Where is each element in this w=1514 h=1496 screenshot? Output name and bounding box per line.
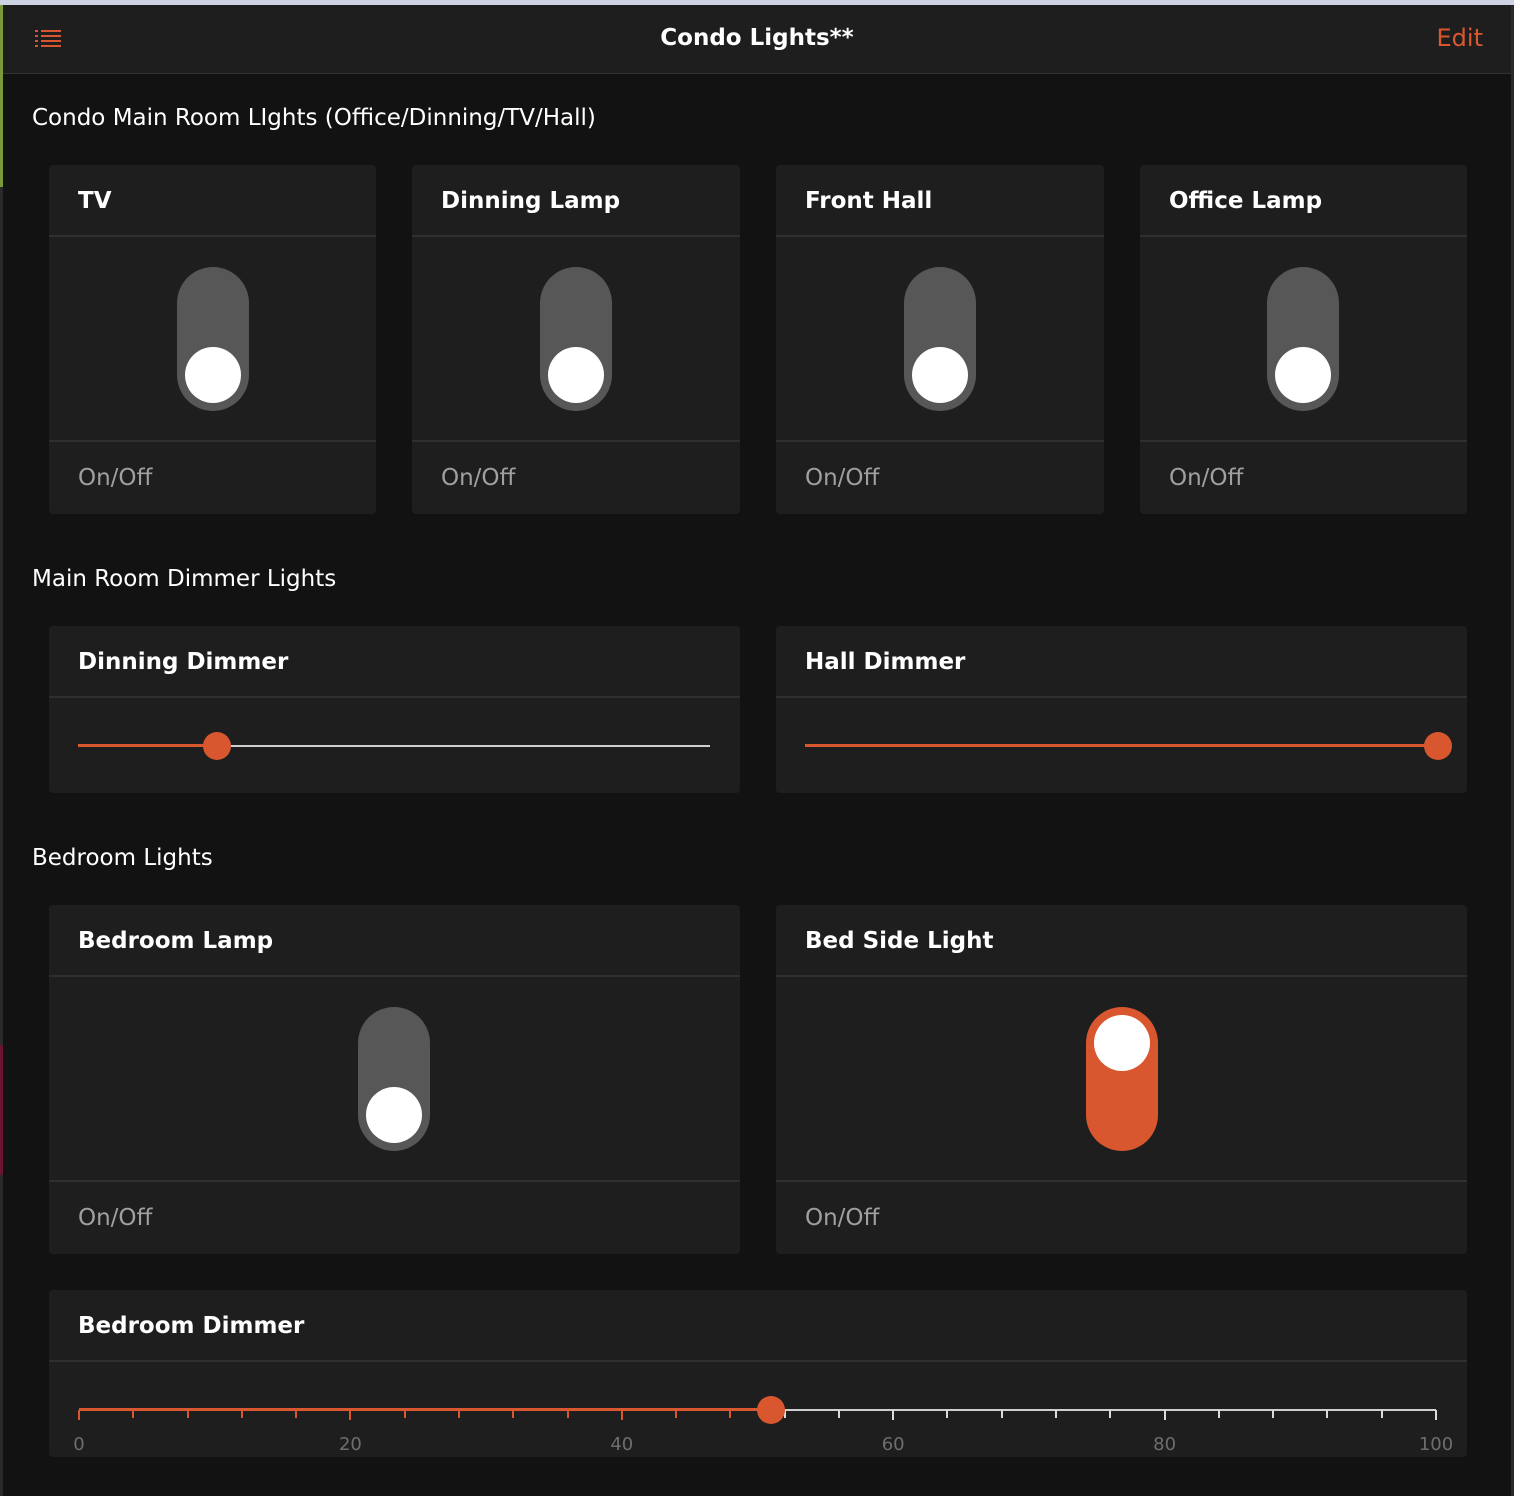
section-title-main-room: Condo Main Room LIghts (Office/Dinning/T… — [32, 105, 596, 131]
page-title: Condo Lights** — [660, 25, 854, 51]
app-header: Condo Lights** Edit — [3, 5, 1511, 74]
tick-label: 0 — [73, 1434, 85, 1455]
card-title: Front Hall — [776, 165, 1104, 237]
minor-tick — [186, 1410, 189, 1418]
hall-dimmer-slider[interactable] — [805, 732, 1452, 760]
minor-tick — [1109, 1410, 1112, 1418]
switch-card-dinning-lamp: Dinning Lamp On/Off — [412, 165, 740, 514]
toggle-switch-dinning-lamp[interactable] — [540, 267, 612, 411]
card-title: Dinning Lamp — [412, 165, 740, 237]
switch-card-tv: TV On/Off — [49, 165, 376, 514]
window-left-edge — [0, 5, 3, 1496]
minor-tick — [295, 1410, 298, 1418]
tick-label: 80 — [1153, 1434, 1177, 1455]
slider-scale: 0 20 40 60 80 100 — [73, 1434, 1453, 1457]
card-title: Bed Side Light — [776, 905, 1467, 977]
slider-fill — [79, 1408, 772, 1411]
card-title: Bedroom Lamp — [49, 905, 740, 977]
toggle-switch-bed-side-light[interactable] — [1086, 1007, 1158, 1151]
switch-card-bedroom-lamp: Bedroom Lamp On/Off — [49, 905, 740, 1254]
toggle-knob — [1094, 1015, 1150, 1071]
minor-tick — [132, 1410, 135, 1418]
toggle-switch-office-lamp[interactable] — [1267, 267, 1339, 411]
toggle-knob — [185, 347, 241, 403]
major-tick — [349, 1410, 352, 1420]
tick-label: 20 — [338, 1434, 362, 1455]
minor-tick — [837, 1410, 840, 1418]
minor-tick — [1000, 1410, 1003, 1418]
slider-thumb[interactable] — [1424, 732, 1452, 760]
minor-tick — [566, 1410, 569, 1418]
minor-tick — [1326, 1410, 1329, 1418]
card-title: Hall Dimmer — [776, 626, 1467, 698]
minor-tick — [512, 1410, 515, 1418]
slider-thumb[interactable] — [203, 732, 232, 760]
major-tick — [1163, 1410, 1166, 1420]
card-footer: On/Off — [776, 1180, 1467, 1254]
minor-tick — [1055, 1410, 1058, 1418]
switch-card-office-lamp: Office Lamp On/Off — [1140, 165, 1467, 514]
major-tick — [78, 1410, 80, 1420]
card-footer: On/Off — [49, 440, 376, 514]
tick-label: 60 — [881, 1434, 905, 1455]
minor-tick — [1217, 1410, 1220, 1418]
minor-tick — [946, 1410, 949, 1418]
toggle-knob — [1275, 347, 1331, 403]
tick-label: 40 — [610, 1434, 634, 1455]
card-footer: On/Off — [1140, 440, 1467, 514]
toggle-switch-tv[interactable] — [177, 267, 249, 411]
minor-tick — [675, 1410, 678, 1418]
switch-card-bed-side-light: Bed Side Light On/Off — [776, 905, 1467, 1254]
minor-tick — [1380, 1410, 1383, 1418]
toggle-switch-bedroom-lamp[interactable] — [358, 1007, 430, 1151]
card-footer: On/Off — [412, 440, 740, 514]
major-tick — [892, 1410, 895, 1420]
minor-tick — [240, 1410, 243, 1418]
dinning-dimmer-slider[interactable] — [78, 732, 710, 760]
card-title: Bedroom Dimmer — [49, 1290, 1467, 1362]
toggle-knob — [366, 1087, 422, 1143]
toggle-switch-front-hall[interactable] — [904, 267, 976, 411]
tick-label: 100 — [1418, 1434, 1454, 1455]
section-title-bedroom: Bedroom Lights — [32, 845, 213, 871]
slider-fill — [805, 744, 1438, 747]
card-title: Office Lamp — [1140, 165, 1467, 237]
minor-tick — [729, 1410, 732, 1418]
minor-tick — [403, 1410, 406, 1418]
card-title: Dinning Dimmer — [49, 626, 740, 698]
toggle-knob — [548, 347, 604, 403]
slider-fill — [78, 744, 218, 747]
dimmer-card-dinning: Dinning Dimmer — [49, 626, 740, 793]
major-tick — [1435, 1410, 1437, 1420]
edit-button[interactable]: Edit — [1437, 24, 1483, 52]
card-footer: On/Off — [776, 440, 1104, 514]
slider-thumb[interactable] — [757, 1396, 786, 1424]
section-title-dimmers: Main Room Dimmer Lights — [32, 566, 337, 592]
switch-card-front-hall: Front Hall On/Off — [776, 165, 1104, 514]
card-title: TV — [49, 165, 376, 237]
dimmer-card-bedroom: Bedroom Dimmer 0 20 40 60 80 100 — [49, 1290, 1467, 1457]
major-tick — [620, 1410, 623, 1420]
minor-tick — [457, 1410, 460, 1418]
bedroom-dimmer-slider[interactable] — [78, 1396, 1437, 1424]
minor-tick — [1272, 1410, 1275, 1418]
toggle-knob — [912, 347, 968, 403]
card-footer: On/Off — [49, 1180, 740, 1254]
dimmer-card-hall: Hall Dimmer — [776, 626, 1467, 793]
